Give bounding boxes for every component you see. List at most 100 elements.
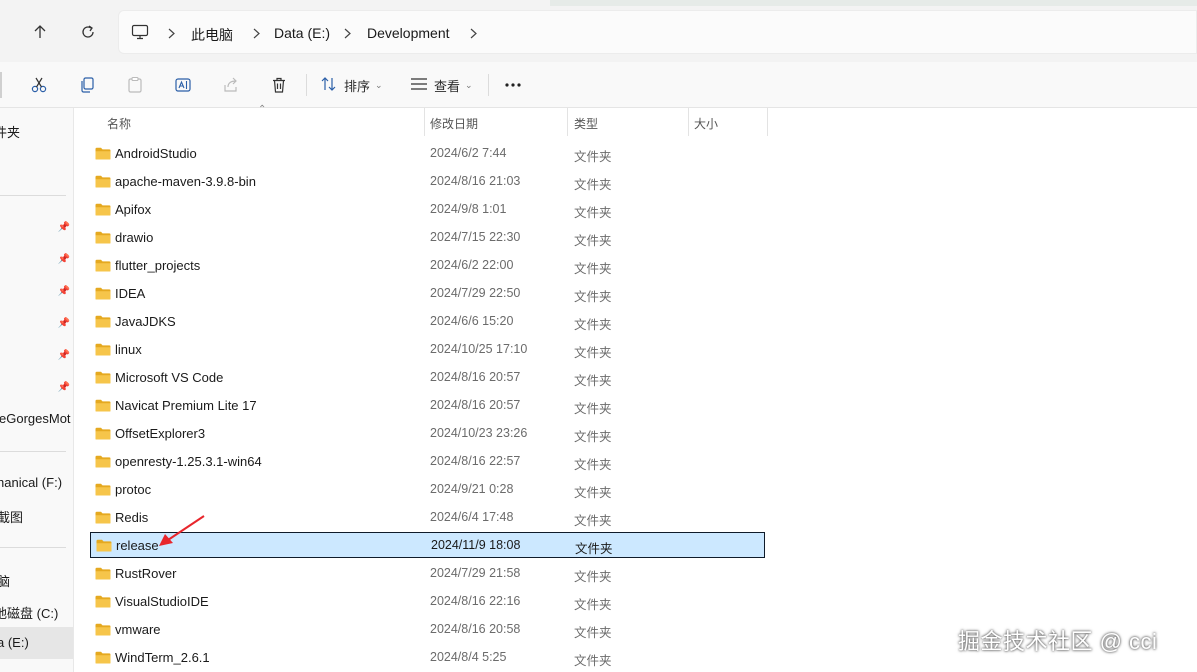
column-header-type[interactable]: 类型 [574, 115, 598, 143]
delete-icon[interactable] [268, 72, 290, 98]
sidebar-item-drive-e[interactable]: a (E:) [0, 635, 29, 650]
breadcrumb-development[interactable]: Development [367, 25, 450, 41]
folder-icon [95, 203, 111, 216]
cut-icon[interactable] [28, 72, 50, 98]
chevron-down-icon: ⌄ [465, 79, 473, 90]
file-modified: 2024/8/16 20:58 [430, 622, 521, 636]
column-divider[interactable] [688, 108, 689, 136]
file-row[interactable]: WindTerm_2.6.1 2024/8/4 5:25 文件夹 [90, 645, 765, 671]
column-divider[interactable] [424, 108, 425, 136]
sidebar-item-this-pc[interactable]: 脑 [0, 571, 10, 590]
address-bar-row: 此电脑 Data (E:) Development [0, 0, 1197, 62]
breadcrumb-this-pc[interactable]: 此电脑 [191, 25, 233, 45]
file-type: 文件夹 [574, 234, 612, 248]
file-row[interactable]: JavaJDKS 2024/6/6 15:20 文件夹 [90, 309, 765, 335]
sidebar-divider [0, 195, 66, 196]
column-header-name[interactable]: 名称 [107, 115, 131, 143]
file-row[interactable]: Navicat Premium Lite 17 2024/8/16 20:57 文件… [90, 393, 765, 419]
column-header-size[interactable]: 大小 [694, 115, 718, 143]
paste-icon[interactable] [124, 72, 146, 98]
column-divider[interactable] [767, 108, 768, 136]
file-modified: 2024/6/2 22:00 [430, 258, 514, 272]
file-row[interactable]: VisualStudioIDE 2024/8/16 22:16 文件夹 [90, 589, 765, 615]
folder-icon [95, 175, 111, 188]
file-modified: 2024/8/4 5:25 [430, 650, 507, 664]
file-type: 文件夹 [574, 318, 612, 332]
file-type: 文件夹 [574, 430, 612, 444]
file-modified: 2024/10/25 17:10 [430, 342, 528, 356]
file-type: 文件夹 [575, 542, 613, 556]
file-row[interactable]: AndroidStudio 2024/6/2 7:44 文件夹 [90, 141, 765, 167]
file-name: RustRover [115, 566, 177, 581]
sidebar-divider [0, 451, 66, 452]
file-name: OffsetExplorer3 [115, 426, 206, 441]
sidebar-item-drive-c[interactable]: 地磁盘 (C:) [0, 603, 58, 622]
file-row[interactable]: RustRover 2024/7/29 21:58 文件夹 [90, 561, 765, 587]
file-name: VisualStudioIDE [115, 594, 209, 609]
file-name: linux [115, 342, 142, 357]
file-row[interactable]: linux 2024/10/25 17:10 文件夹 [90, 337, 765, 363]
window-top-strip [550, 0, 1197, 6]
file-name: AndroidStudio [115, 146, 197, 161]
file-modified: 2024/9/8 1:01 [430, 202, 507, 216]
chevron-right-icon[interactable] [165, 26, 177, 40]
file-name: vmware [115, 622, 161, 637]
file-row[interactable]: Microsoft VS Code 2024/8/16 20:57 文件夹 [90, 365, 765, 391]
pin-icon: 📌 [57, 381, 71, 393]
sidebar-item-drive-f[interactable]: hanical (F:) [0, 475, 62, 490]
file-row[interactable]: Apifox 2024/9/8 1:01 文件夹 [90, 197, 765, 223]
file-type: 文件夹 [574, 150, 612, 164]
sidebar-item-folders[interactable]: 件夹 [0, 122, 20, 141]
refresh-icon[interactable] [74, 18, 102, 46]
folder-icon [95, 315, 111, 328]
up-arrow-icon[interactable] [26, 18, 54, 46]
file-name: JavaJDKS [115, 314, 176, 329]
command-bar: 排序 ⌄ 查看 ⌄ [0, 62, 1197, 108]
address-box[interactable]: 此电脑 Data (E:) Development [118, 10, 1197, 54]
pin-icon: 📌 [57, 253, 71, 265]
pin-icon: 📌 [57, 221, 71, 233]
column-divider[interactable] [567, 108, 568, 136]
folder-icon [95, 651, 111, 664]
folder-icon [95, 343, 111, 356]
folder-icon [95, 399, 111, 412]
more-options-icon[interactable] [502, 72, 524, 98]
file-modified: 2024/6/4 17:48 [430, 510, 514, 524]
view-button[interactable]: 查看 ⌄ [410, 72, 476, 98]
file-type: 文件夹 [574, 570, 612, 584]
annotation-arrow [159, 515, 205, 546]
file-row[interactable]: apache-maven-3.9.8-bin 2024/8/16 21:03 文件夹 [90, 169, 765, 195]
sidebar-divider [0, 547, 66, 548]
share-icon[interactable] [220, 72, 242, 98]
file-row[interactable]: IDEA 2024/7/29 22:50 文件夹 [90, 281, 765, 307]
file-name: Redis [115, 510, 149, 525]
copy-icon[interactable] [76, 72, 98, 98]
chevron-right-icon[interactable] [250, 26, 262, 40]
sidebar-item-screenshots[interactable]: 截图 [0, 507, 23, 526]
file-row[interactable]: protoc 2024/9/21 0:28 文件夹 [90, 477, 765, 503]
pin-icon: 📌 [57, 317, 71, 329]
chevron-right-icon[interactable] [467, 26, 479, 40]
file-type: 文件夹 [574, 626, 612, 640]
rename-icon[interactable] [172, 72, 194, 98]
folder-icon [95, 371, 111, 384]
file-type: 文件夹 [574, 374, 612, 388]
toolbar-edge [0, 72, 2, 98]
breadcrumb-data-e[interactable]: Data (E:) [274, 25, 330, 41]
file-row[interactable]: openresty-1.25.3.1-win64 2024/8/16 22:57 文… [90, 449, 765, 475]
sort-button[interactable]: 排序 ⌄ [320, 72, 386, 98]
file-row[interactable]: flutter_projects 2024/6/2 22:00 文件夹 [90, 253, 765, 279]
column-header-modified[interactable]: 修改日期 [430, 115, 478, 143]
file-type: 文件夹 [574, 514, 612, 528]
file-row[interactable]: vmware 2024/8/16 20:58 文件夹 [90, 617, 765, 643]
file-modified: 2024/6/6 15:20 [430, 314, 514, 328]
folder-icon [95, 231, 111, 244]
file-row[interactable]: OffsetExplorer3 2024/10/23 23:26 文件夹 [90, 421, 765, 447]
sidebar-item-gorges[interactable]: eGorgesMot [0, 411, 71, 426]
file-modified: 2024/7/29 22:50 [430, 286, 521, 300]
folder-icon [95, 427, 111, 440]
file-modified: 2024/9/21 0:28 [430, 482, 514, 496]
file-type: 文件夹 [574, 402, 612, 416]
file-row[interactable]: drawio 2024/7/15 22:30 文件夹 [90, 225, 765, 251]
chevron-right-icon[interactable] [341, 26, 353, 40]
